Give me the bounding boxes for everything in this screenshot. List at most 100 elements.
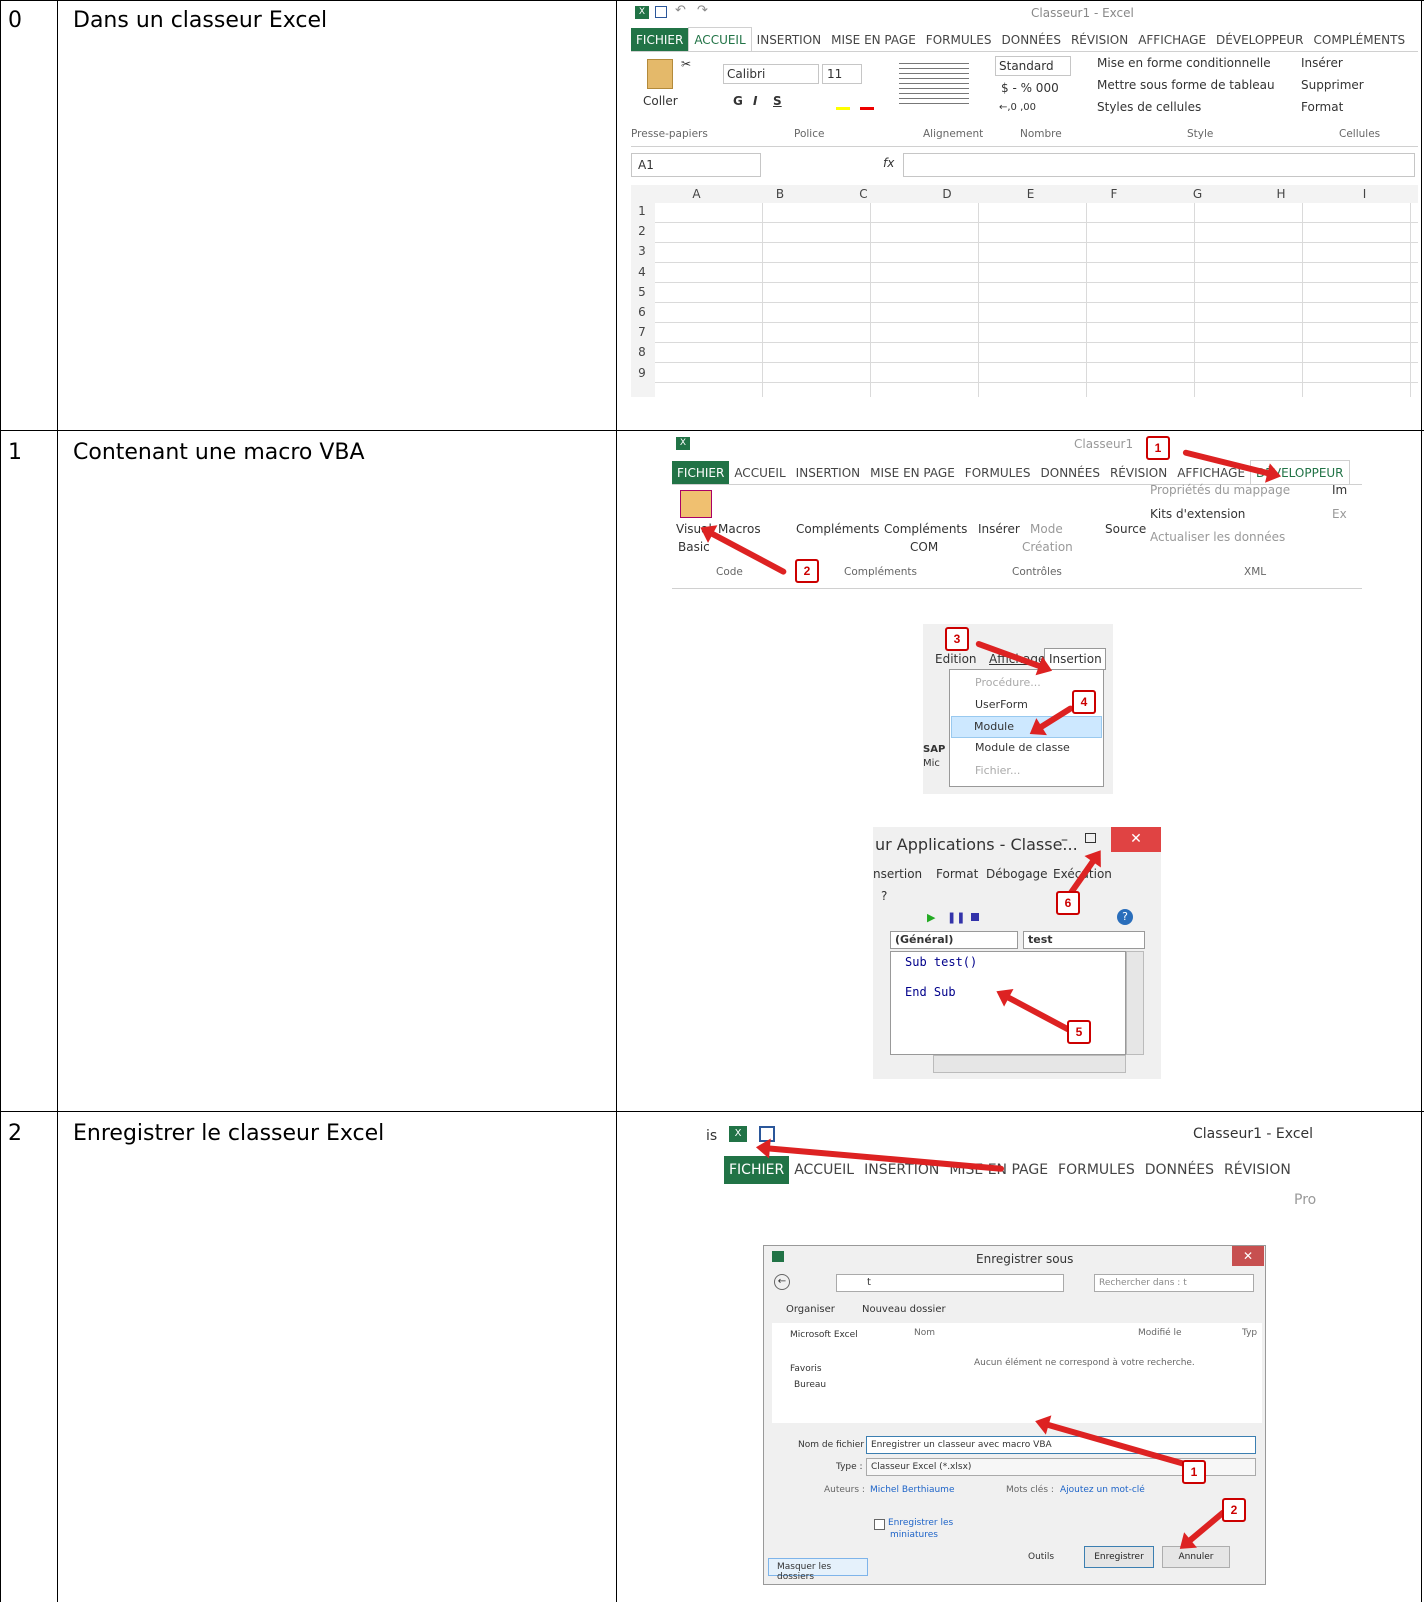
save-icon[interactable] — [655, 6, 667, 18]
source-button[interactable]: Source — [1105, 522, 1146, 536]
row-header[interactable]: 3 — [631, 244, 653, 258]
name-box[interactable]: A1 — [631, 153, 761, 177]
refresh-data-button[interactable]: Actualiser les données — [1150, 530, 1285, 544]
save-button[interactable]: Enregistrer — [1084, 1546, 1154, 1568]
formula-bar[interactable] — [903, 153, 1415, 177]
vbe-menu-format[interactable]: Format — [936, 867, 978, 881]
organize-button[interactable]: Organiser — [786, 1304, 835, 1315]
tools-button[interactable]: Outils — [1028, 1552, 1054, 1562]
column-header[interactable]: D — [906, 187, 989, 201]
bold-button[interactable]: G — [733, 94, 743, 108]
horizontal-scrollbar[interactable] — [933, 1055, 1126, 1073]
run-icon[interactable]: ▶ — [927, 911, 935, 924]
font-combo[interactable]: Calibri — [723, 64, 819, 84]
cancel-button[interactable]: Annuler — [1162, 1546, 1230, 1568]
new-folder-button[interactable]: Nouveau dossier — [862, 1304, 946, 1315]
tab-complements[interactable]: COMPLÉMENTS — [1309, 28, 1411, 52]
vbe-menu-insertion[interactable]: nsertion — [873, 867, 922, 881]
design-mode-button[interactable]: Mode — [1030, 522, 1063, 536]
insert-control-button[interactable]: Insérer — [978, 522, 1020, 536]
column-header[interactable]: F — [1073, 187, 1156, 201]
map-properties-button[interactable]: Propriétés du mappage — [1150, 483, 1290, 497]
tab-donnees[interactable]: DONNÉES — [1036, 461, 1105, 485]
fill-color-icon[interactable] — [836, 107, 850, 110]
authors-value[interactable]: Michel Berthiaume — [870, 1485, 955, 1495]
number-format-combo[interactable]: Standard — [995, 56, 1071, 76]
tab-formules[interactable]: FORMULES — [960, 461, 1036, 485]
paste-icon[interactable] — [647, 59, 673, 89]
column-header[interactable]: G — [1156, 187, 1239, 201]
close-button[interactable]: ✕ — [1111, 827, 1161, 852]
align-icon[interactable] — [899, 59, 969, 107]
column-type[interactable]: Typ — [1242, 1328, 1257, 1338]
undo-icon[interactable]: ↶ — [675, 3, 686, 18]
tab-accueil[interactable]: ACCUEIL — [729, 461, 790, 485]
vbe-menu-help[interactable]: ? — [881, 889, 887, 903]
thumbnail-checkbox[interactable] — [874, 1519, 885, 1530]
currency-buttons[interactable]: $ - % 000 — [1001, 81, 1059, 95]
size-combo[interactable]: 11 — [822, 64, 862, 84]
tab-revision[interactable]: RÉVISION — [1066, 28, 1133, 52]
font-color-icon[interactable] — [860, 107, 874, 110]
vertical-scrollbar[interactable] — [1126, 951, 1144, 1055]
menu-edition[interactable]: Edition — [935, 652, 977, 666]
row-header[interactable]: 8 — [631, 345, 653, 359]
sheet-grid[interactable] — [631, 185, 1418, 397]
menu-item-procedure[interactable]: Procédure... — [975, 676, 1041, 689]
column-header[interactable]: B — [739, 187, 822, 201]
tab-fichier[interactable]: FICHIER — [631, 28, 689, 52]
stop-icon[interactable] — [971, 913, 979, 921]
tab-mise-en-page[interactable]: MISE EN PAGE — [865, 461, 960, 485]
visual-basic-icon[interactable] — [680, 490, 712, 518]
tab-revision[interactable]: RÉVISION — [1219, 1156, 1296, 1184]
insert-cells-button[interactable]: Insérer — [1301, 56, 1343, 70]
addins-button[interactable]: Compléments — [796, 522, 879, 536]
conditional-format-button[interactable]: Mise en forme conditionnelle — [1097, 56, 1271, 70]
address-bar[interactable]: t — [836, 1274, 1064, 1292]
tab-developpeur[interactable]: DÉVELOPPEUR — [1211, 28, 1309, 52]
vbe-menu-debogage[interactable]: Débogage — [986, 867, 1048, 881]
cell-styles-button[interactable]: Styles de cellules — [1097, 100, 1201, 114]
column-header[interactable]: A — [655, 187, 738, 201]
tags-value[interactable]: Ajoutez un mot-clé — [1060, 1485, 1145, 1495]
tab-donnees[interactable]: DONNÉES — [1140, 1156, 1219, 1184]
tab-mise-en-page[interactable]: MISE EN PAGE — [826, 28, 921, 52]
tab-formules[interactable]: FORMULES — [1053, 1156, 1140, 1184]
search-box[interactable]: Rechercher dans : t — [1094, 1274, 1254, 1292]
format-cells-button[interactable]: Format — [1301, 100, 1343, 114]
expansion-packs-button[interactable]: Kits d'extension — [1150, 507, 1245, 521]
menu-item-class-module[interactable]: Module de classe — [975, 741, 1070, 754]
tab-revision[interactable]: RÉVISION — [1105, 461, 1172, 485]
tab-insertion[interactable]: INSERTION — [752, 28, 826, 52]
pause-icon[interactable]: ❚❚ — [947, 911, 965, 924]
cut-icon[interactable]: ✂ — [681, 57, 691, 71]
tab-insertion[interactable]: INSERTION — [791, 461, 865, 485]
format-as-table-button[interactable]: Mettre sous forme de tableau — [1097, 78, 1275, 92]
row-header[interactable]: 6 — [631, 305, 653, 319]
row-header[interactable]: 4 — [631, 265, 653, 279]
tab-donnees[interactable]: DONNÉES — [997, 28, 1066, 52]
hide-folders-button[interactable]: Masquer les dossiers — [768, 1558, 868, 1582]
tab-fichier[interactable]: FICHIER — [672, 461, 730, 485]
redo-icon[interactable]: ↷ — [697, 3, 708, 18]
column-header[interactable]: E — [989, 187, 1072, 201]
row-header[interactable]: 7 — [631, 325, 653, 339]
import-button[interactable]: Im — [1332, 483, 1347, 497]
underline-button[interactable]: S — [773, 94, 782, 108]
delete-cells-button[interactable]: Supprimer — [1301, 78, 1364, 92]
procedure-combo[interactable]: test — [1023, 931, 1145, 949]
minimize-icon[interactable]: – — [1061, 832, 1068, 848]
tab-accueil[interactable]: ACCUEIL — [688, 27, 752, 52]
com-addins-button[interactable]: Compléments — [884, 522, 967, 536]
column-nom[interactable]: Nom — [914, 1328, 935, 1338]
nav-item-bureau[interactable]: Bureau — [794, 1380, 826, 1390]
column-header[interactable]: I — [1323, 187, 1406, 201]
nav-item-favoris[interactable]: Favoris — [790, 1364, 822, 1374]
column-header[interactable]: C — [822, 187, 905, 201]
close-button[interactable]: ✕ — [1232, 1246, 1264, 1266]
tab-affichage[interactable]: AFFICHAGE — [1133, 28, 1211, 52]
row-header[interactable]: 5 — [631, 285, 653, 299]
row-header[interactable]: 1 — [631, 204, 653, 218]
filename-field[interactable]: Enregistrer un classeur avec macro VBA — [866, 1436, 1256, 1454]
tab-fichier[interactable]: FICHIER — [724, 1156, 790, 1184]
